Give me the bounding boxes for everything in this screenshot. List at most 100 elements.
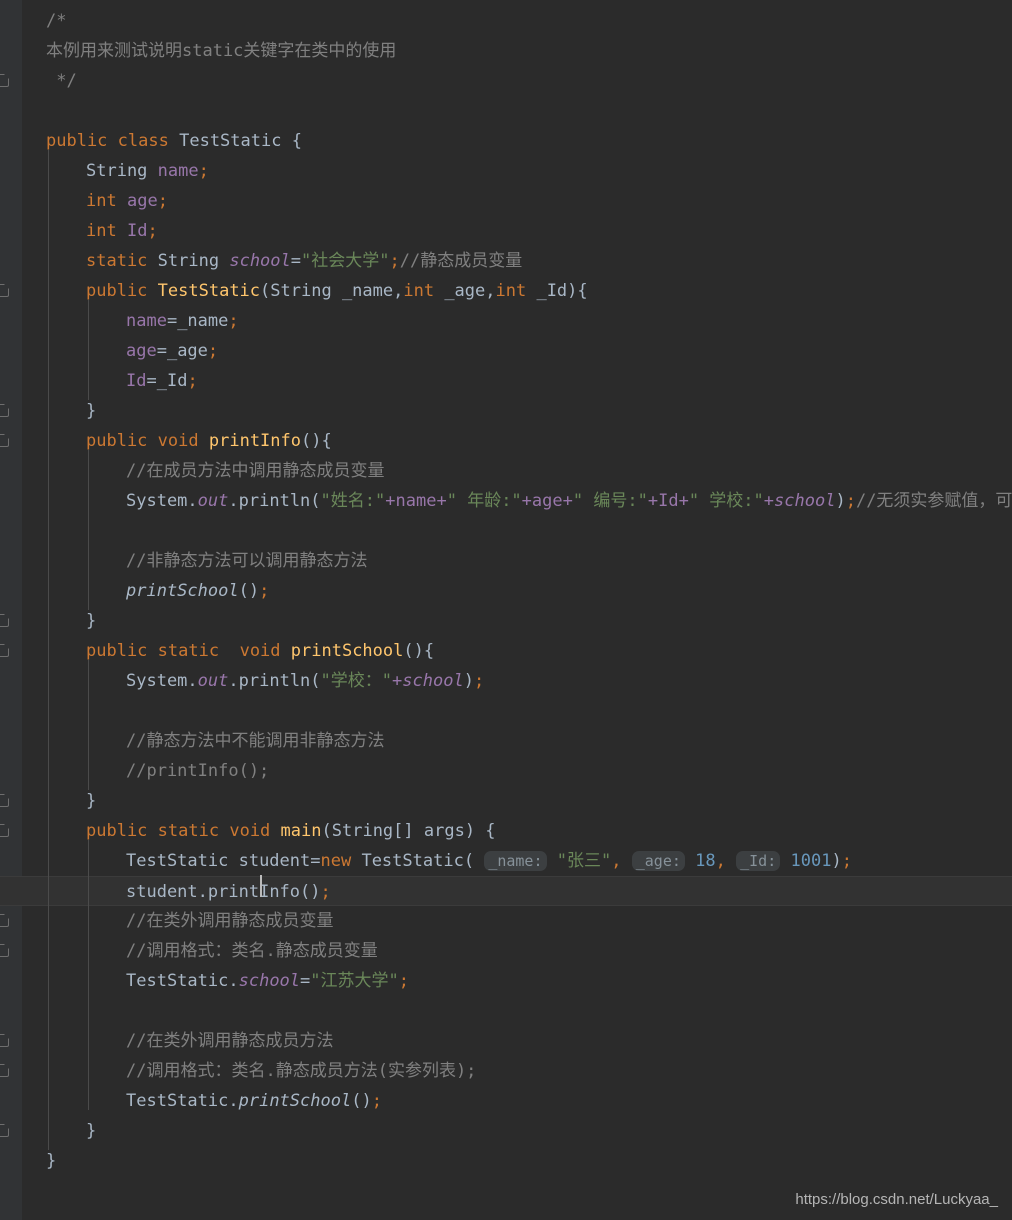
code-line[interactable]: TestStatic student=new TestStatic( _name… [0,846,1012,876]
code-line[interactable]: TestStatic.school="江苏大学"; [0,966,1012,996]
code-token: System [126,491,188,511]
code-token: 1001 [790,851,832,871]
code-line[interactable]: System.out.println("学校："+school); [0,666,1012,696]
code-token: + [392,671,403,691]
code-token: ( [463,851,475,871]
code-line[interactable]: public class TestStatic { [0,126,1012,156]
code-token: " 年龄:" [446,491,522,511]
code-line-text: //在类外调用静态成员方法 [0,1026,333,1056]
code-line-text: name=_name; [0,306,239,336]
code-line[interactable] [0,696,1012,726]
code-line[interactable]: */ [0,66,1012,96]
code-token: */ [46,71,77,91]
code-token: + [678,491,689,511]
code-token: =_name [166,311,229,331]
inlay-parameter-hint: _name: [484,851,547,871]
code-line[interactable]: student.printInfo(); [0,876,1012,906]
code-token: out [197,671,229,691]
code-token: ; [389,251,400,271]
code-line[interactable]: public static void main(String[] args) { [0,816,1012,846]
code-line[interactable]: name=_name; [0,306,1012,336]
code-line[interactable]: //在成员方法中调用静态成员变量 [0,456,1012,486]
code-line[interactable]: //非静态方法可以调用静态方法 [0,546,1012,576]
indent-guide [88,660,89,790]
code-token: //无须实参赋值，可直接 [855,491,1012,511]
code-line[interactable]: public void printInfo(){ [0,426,1012,456]
code-line[interactable]: } [0,1116,1012,1146]
code-line-text: public static void printSchool(){ [0,636,434,666]
code-token: String [331,821,394,841]
code-line[interactable]: } [0,396,1012,426]
code-line[interactable]: int age; [0,186,1012,216]
code-line[interactable]: TestStatic.printSchool(); [0,1086,1012,1116]
watermark-url: https://blog.csdn.net/Luckyaa_ [795,1191,998,1208]
code-line[interactable]: //调用格式：类名.静态成员变量 [0,936,1012,966]
code-line[interactable]: //printInfo(); [0,756,1012,786]
code-line[interactable]: static String school="社会大学";//静态成员变量 [0,246,1012,276]
code-line[interactable]: System.out.println("姓名:"+name+" 年龄:"+age… [0,486,1012,516]
code-token: TestStatic [126,971,229,991]
code-line[interactable]: public TestStatic(String _name,int _age,… [0,276,1012,306]
code-token: + [385,491,396,511]
code-line[interactable] [0,996,1012,1026]
code-line[interactable] [0,516,1012,546]
code-token: + [436,491,447,511]
code-line-text: //在成员方法中调用静态成员变量 [0,456,384,486]
code-token: =_Id [146,371,188,391]
code-line[interactable]: } [0,606,1012,636]
code-token: public [86,821,148,841]
code-line-text: //调用格式：类名.静态成员变量 [0,936,378,966]
code-line[interactable]: //静态方法中不能调用非静态方法 [0,726,1012,756]
code-token: Id [658,491,679,511]
code-token: //调用格式：类名.静态成员方法(实参列表); [126,1061,477,1081]
code-token: name [126,311,167,331]
code-token: "学校：" [320,671,393,691]
code-line[interactable]: 本例用来测试说明static关键字在类中的使用 [0,36,1012,66]
code-area[interactable]: /* 本例用来测试说明static关键字在类中的使用 */ public class… [0,0,1012,1220]
code-token: } [86,791,97,811]
code-line-text: age=_age; [0,336,218,366]
code-token: int [403,281,435,301]
code-line[interactable]: int Id; [0,216,1012,246]
code-token: TestStatic [179,131,282,151]
code-line[interactable]: Id=_Id; [0,366,1012,396]
code-line[interactable]: String name; [0,156,1012,186]
code-line-text: //在类外调用静态成员变量 [0,906,333,936]
code-token: Id [126,221,148,241]
indent-guide [88,300,89,400]
code-token: } [86,611,97,631]
code-token: ( [321,821,332,841]
code-line-text: int age; [0,186,168,216]
code-token: name [157,161,199,181]
code-line[interactable]: /* [0,6,1012,36]
code-line[interactable]: } [0,1146,1012,1176]
code-line[interactable]: } [0,786,1012,816]
code-token: } [86,1121,97,1141]
code-line-text: Id=_Id; [0,366,198,396]
code-token: " 编号:" [572,491,648,511]
code-line[interactable]: //在类外调用静态成员方法 [0,1026,1012,1056]
code-token: 18 [695,851,716,871]
code-token: = [290,251,302,271]
code-token: " 学校:" [688,491,764,511]
code-line[interactable] [0,96,1012,126]
code-line[interactable]: //调用格式：类名.静态成员方法(实参列表); [0,1056,1012,1086]
code-line[interactable]: printSchool(); [0,576,1012,606]
code-editor[interactable]: /* 本例用来测试说明static关键字在类中的使用 */ public class… [0,0,1012,1220]
code-token: + [562,491,573,511]
code-token: public [46,131,108,151]
code-line[interactable]: age=_age; [0,336,1012,366]
code-line[interactable]: public static void printSchool(){ [0,636,1012,666]
code-token: = [300,971,311,991]
code-token: String [270,281,332,301]
code-token: //静态成员变量 [399,251,523,271]
code-line[interactable]: //在类外调用静态成员变量 [0,906,1012,936]
text-caret [260,875,262,897]
